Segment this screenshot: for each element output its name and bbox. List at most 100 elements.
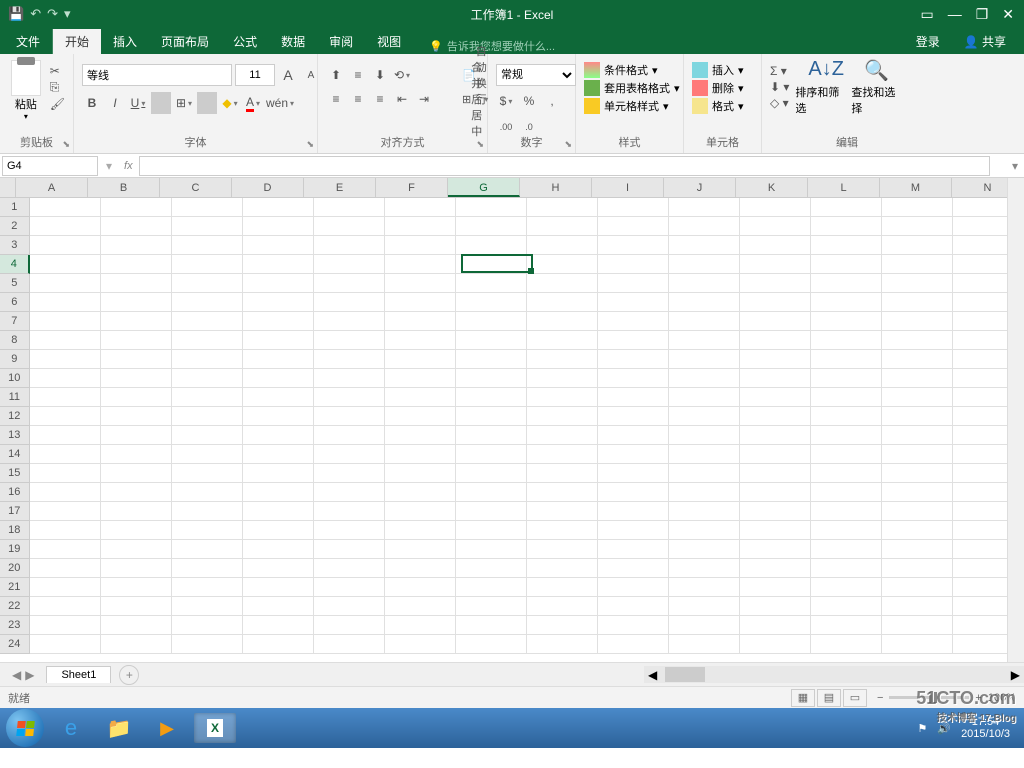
cell[interactable]: [527, 483, 598, 502]
cell[interactable]: [740, 274, 811, 293]
row-header[interactable]: 9: [0, 350, 30, 369]
cell[interactable]: [172, 635, 243, 654]
cell[interactable]: [385, 331, 456, 350]
cell[interactable]: [669, 312, 740, 331]
cell[interactable]: [740, 217, 811, 236]
tray-date[interactable]: 2015/10/3: [961, 728, 1010, 740]
row-header[interactable]: 5: [0, 274, 30, 293]
cell[interactable]: [598, 388, 669, 407]
cell[interactable]: [30, 578, 101, 597]
cell[interactable]: [101, 464, 172, 483]
cell[interactable]: [669, 635, 740, 654]
cell[interactable]: [527, 407, 598, 426]
cell[interactable]: [314, 274, 385, 293]
cell[interactable]: [172, 407, 243, 426]
cell[interactable]: [385, 312, 456, 331]
cell[interactable]: [30, 540, 101, 559]
cell[interactable]: [243, 369, 314, 388]
formula-input[interactable]: [139, 156, 990, 176]
cell[interactable]: [598, 255, 669, 274]
cell[interactable]: [243, 350, 314, 369]
cell[interactable]: [811, 388, 882, 407]
cell[interactable]: [243, 616, 314, 635]
cell[interactable]: [30, 445, 101, 464]
cell[interactable]: [30, 635, 101, 654]
cell[interactable]: [101, 483, 172, 502]
merge-center-button[interactable]: ⊞ 合并后居中: [462, 88, 488, 110]
cell[interactable]: [669, 464, 740, 483]
cell[interactable]: [243, 255, 314, 274]
customize-qat-icon[interactable]: ▾: [64, 6, 71, 22]
cell[interactable]: [882, 540, 953, 559]
cell[interactable]: [669, 198, 740, 217]
comma-button[interactable]: ,: [542, 90, 562, 112]
cell[interactable]: [527, 597, 598, 616]
row-header[interactable]: 7: [0, 312, 30, 331]
cell[interactable]: [669, 274, 740, 293]
cell[interactable]: [385, 597, 456, 616]
cell[interactable]: [172, 198, 243, 217]
cell[interactable]: [456, 350, 527, 369]
cell[interactable]: [811, 274, 882, 293]
cell[interactable]: [882, 236, 953, 255]
bold-button[interactable]: B: [82, 92, 102, 114]
cell[interactable]: [669, 483, 740, 502]
row-header[interactable]: 16: [0, 483, 30, 502]
cell[interactable]: [740, 236, 811, 255]
row-header[interactable]: 11: [0, 388, 30, 407]
number-format-select[interactable]: 常规: [496, 64, 576, 86]
cell[interactable]: [527, 388, 598, 407]
maximize-icon[interactable]: ❐: [976, 6, 989, 23]
tab-home[interactable]: 开始: [53, 29, 101, 54]
cell[interactable]: [669, 217, 740, 236]
cell[interactable]: [314, 426, 385, 445]
cell[interactable]: [527, 540, 598, 559]
cell[interactable]: [598, 274, 669, 293]
cell[interactable]: [740, 445, 811, 464]
cell[interactable]: [101, 350, 172, 369]
cell[interactable]: [882, 274, 953, 293]
cell[interactable]: [740, 293, 811, 312]
cell[interactable]: [243, 331, 314, 350]
cell[interactable]: [598, 445, 669, 464]
cell[interactable]: [527, 464, 598, 483]
row-header[interactable]: 21: [0, 578, 30, 597]
cell[interactable]: [811, 578, 882, 597]
row-header[interactable]: 17: [0, 502, 30, 521]
cell[interactable]: [30, 274, 101, 293]
cell[interactable]: [243, 578, 314, 597]
zoom-out-icon[interactable]: −: [877, 692, 883, 704]
cell[interactable]: [385, 464, 456, 483]
cell[interactable]: [243, 597, 314, 616]
increase-indent-button[interactable]: ⇥: [414, 88, 434, 110]
cell[interactable]: [811, 540, 882, 559]
cell[interactable]: [101, 407, 172, 426]
zoom-level[interactable]: 100%: [988, 692, 1016, 704]
cell[interactable]: [172, 521, 243, 540]
cell[interactable]: [811, 502, 882, 521]
minimize-icon[interactable]: —: [948, 6, 962, 23]
cell[interactable]: [101, 388, 172, 407]
align-middle-button[interactable]: ≡: [348, 64, 368, 86]
cell[interactable]: [30, 293, 101, 312]
cell[interactable]: [598, 369, 669, 388]
fill-color-button[interactable]: ◆: [220, 92, 240, 114]
row-header[interactable]: 23: [0, 616, 30, 635]
cell[interactable]: [456, 255, 527, 274]
cell[interactable]: [598, 540, 669, 559]
fx-icon[interactable]: fx: [118, 160, 139, 172]
cell[interactable]: [740, 198, 811, 217]
orientation-button[interactable]: ⟲: [392, 64, 412, 86]
cell[interactable]: [669, 407, 740, 426]
cell[interactable]: [598, 350, 669, 369]
cell[interactable]: [172, 255, 243, 274]
cell[interactable]: [456, 464, 527, 483]
grid-body[interactable]: 123456789101112131415161718192021222324: [0, 198, 1024, 654]
column-header[interactable]: F: [376, 178, 448, 197]
cell[interactable]: [882, 312, 953, 331]
align-left-button[interactable]: ≡: [326, 88, 346, 110]
cell[interactable]: [30, 407, 101, 426]
cell[interactable]: [811, 426, 882, 445]
close-icon[interactable]: ✕: [1002, 6, 1014, 23]
cell[interactable]: [527, 198, 598, 217]
